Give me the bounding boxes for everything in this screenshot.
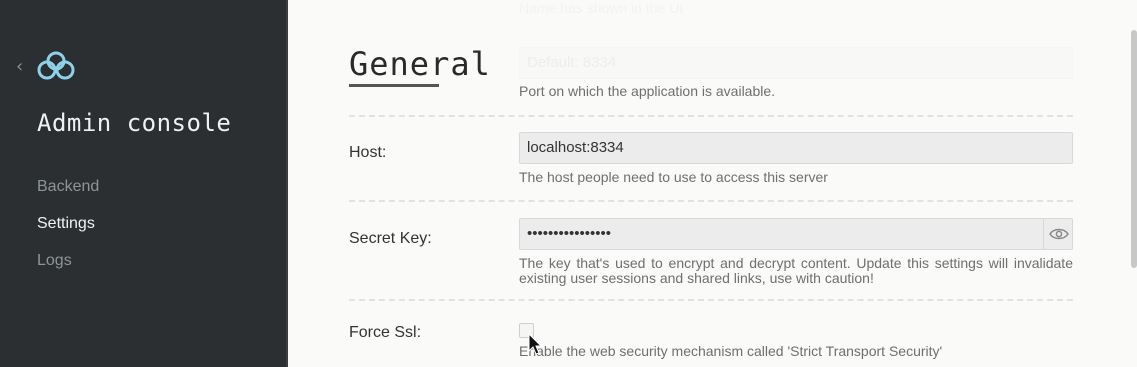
section-title: General [349, 45, 491, 83]
force-ssl-help: Enable the web security mechanism called… [519, 343, 943, 359]
host-input[interactable]: localhost:8334 [519, 132, 1073, 164]
app-title: Admin console [37, 109, 232, 137]
sidebar-item-backend[interactable]: Backend [37, 176, 99, 213]
host-help: The host people need to use to access th… [519, 169, 828, 185]
sidebar-item-settings[interactable]: Settings [37, 213, 99, 250]
host-label: Host: [349, 144, 387, 161]
sidebar-nav: Backend Settings Logs [37, 176, 99, 287]
cloud-icon[interactable] [36, 50, 76, 82]
mouse-cursor-icon [528, 333, 542, 355]
chevron-left-icon[interactable]: ‹ [16, 56, 23, 77]
port-input[interactable]: Default: 8334 [519, 47, 1073, 79]
show-password-button[interactable] [1043, 219, 1073, 249]
main-content: Name has shown in the UI Default: 8334 G… [290, 0, 1137, 367]
secret-key-input[interactable]: •••••••••••••••• [519, 218, 1073, 250]
divider [349, 299, 1073, 301]
sidebar-item-logs[interactable]: Logs [37, 250, 99, 287]
divider [349, 200, 1073, 202]
divider [349, 115, 1073, 117]
force-ssl-label: Force Ssl: [349, 324, 422, 341]
secret-key-label: Secret Key: [349, 230, 432, 247]
secret-key-help: The key that's used to encrypt and decry… [519, 255, 1073, 286]
ghost-help-text: Name has shown in the UI [519, 0, 684, 16]
port-help: Port on which the application is availab… [519, 83, 776, 99]
scrollbar[interactable] [1131, 30, 1137, 268]
eye-icon [1048, 228, 1069, 240]
sidebar: ‹ Admin console Backend Settings Logs [0, 0, 288, 367]
title-underline [349, 84, 439, 87]
